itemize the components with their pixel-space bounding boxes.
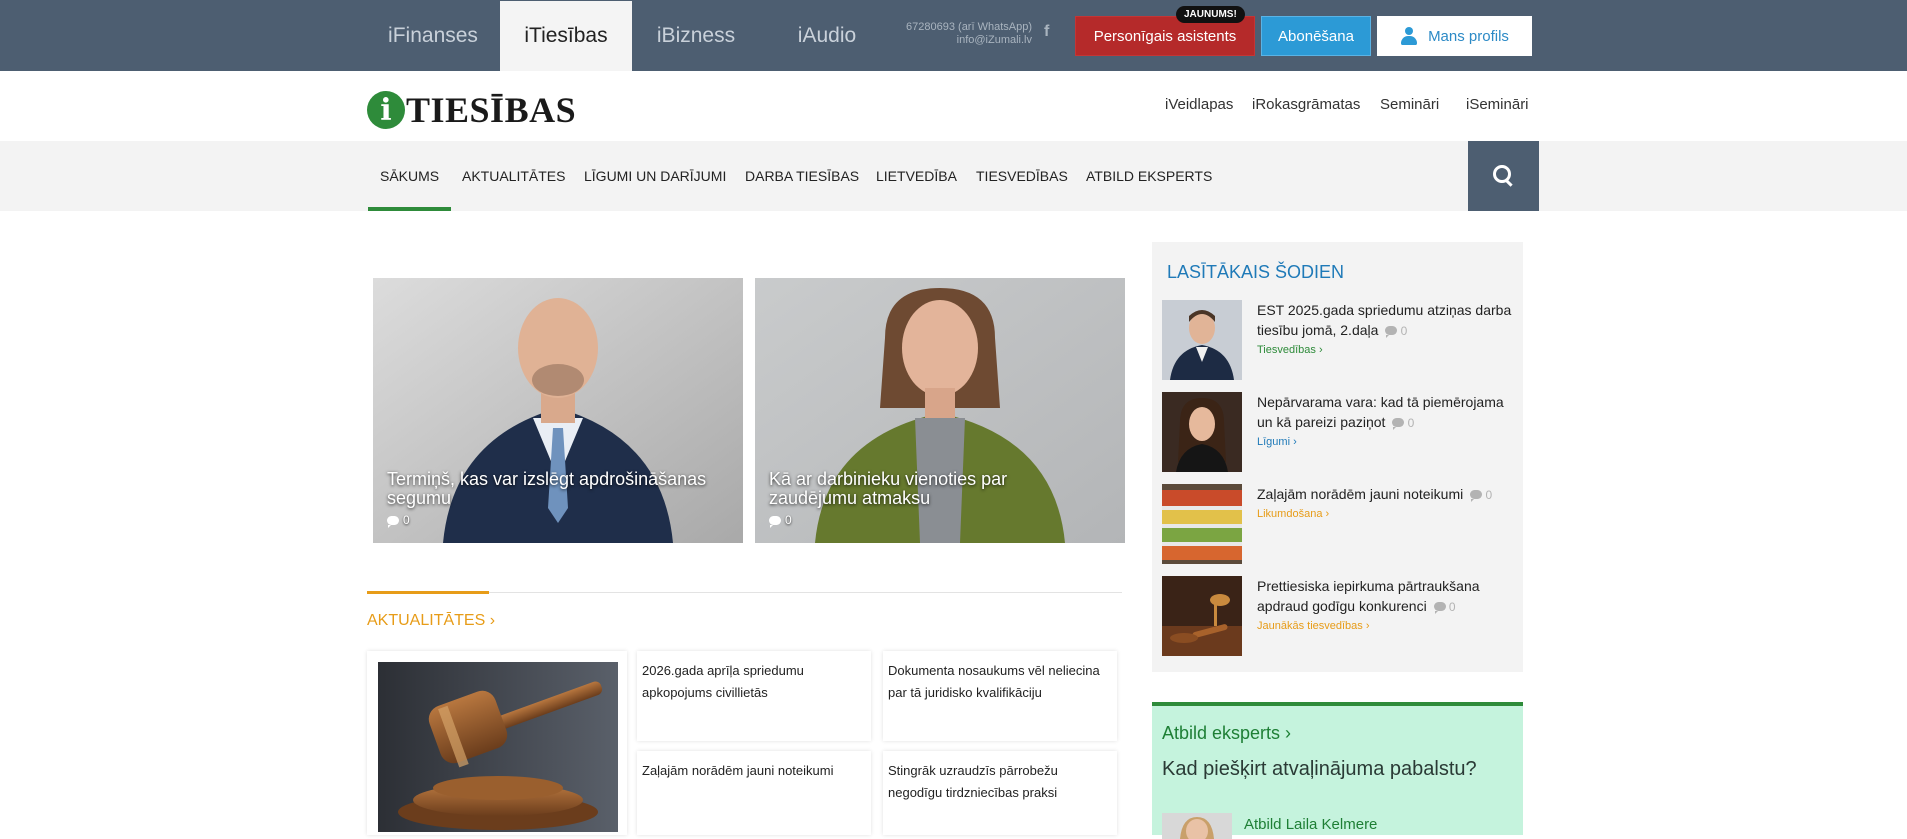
news-card[interactable]: Stingrāk uzraudzīs pārrobežu negodīgu ti… [883,751,1117,835]
comment-count: 0 [1385,324,1407,338]
news-card[interactable]: 2026.gada aprīļa spriedumu apkopojums ci… [637,651,871,741]
most-read-item[interactable]: Zaļajām norādēm jauni noteikumi 0 Likumd… [1162,484,1512,566]
sub-nav-seminari[interactable]: Semināri [1380,96,1439,113]
subscribe-button[interactable]: Abonēšana [1261,16,1371,56]
gavel-image [378,662,618,832]
my-profile-button[interactable]: Mans profils [1377,16,1532,56]
comment-count: 0 [1433,600,1456,614]
comment-count-value: 0 [1485,488,1493,502]
site-logo[interactable]: i TIESĪBAS [367,90,576,130]
comment-icon [387,515,399,528]
search-button[interactable] [1468,141,1539,211]
comment-count-value: 0 [1407,416,1415,430]
comment-count: 0 [769,513,792,528]
category-link[interactable]: Jaunākās tiesvedības › [1257,620,1370,632]
site-tab-ifinanses[interactable]: iFinanses [367,1,499,71]
contact-email[interactable]: info@iZumali.lv [870,34,1032,47]
nav-darba-tiesibas[interactable]: DARBA TIESĪBAS [745,141,859,211]
category-link[interactable]: Līgumi › [1257,436,1297,448]
most-read-title: LASĪTĀKAIS ŠODIEN [1167,262,1345,282]
search-icon [1492,165,1515,187]
comment-count-value: 0 [403,513,410,527]
comment-icon [1385,326,1398,338]
nav-sakums[interactable]: SĀKUMS [367,141,452,211]
news-card-title[interactable]: 2026.gada aprīļa spriedumu apkopojums ci… [642,660,866,704]
site-tab-ibizness[interactable]: iBizness [630,1,762,71]
nav-ligumi-un-darijumi[interactable]: LĪGUMI UN DARĪJUMI [584,141,726,211]
comment-count-value: 0 [1400,324,1408,338]
comment-icon [1392,418,1405,430]
article-thumbnail [1162,300,1242,380]
news-card[interactable]: Dokumenta nosaukums vēl neliecina par tā… [883,651,1117,741]
expert-avatar [1162,813,1232,839]
news-card-title[interactable]: Zaļajām norādēm jauni noteikumi [642,760,866,782]
hero-article[interactable]: Termiņš, kas var izslēgt apdrošināšanas … [373,278,743,543]
ask-expert-title[interactable]: Atbild eksperts › [1162,723,1291,744]
article-title[interactable]: Nepārvarama vara: kad tā piemērojama un … [1257,394,1504,430]
comment-count: 0 [387,513,410,528]
top-bar: iFinanses iTiesības iBizness iAudio 6728… [0,0,1907,71]
section-accent-bar [367,591,489,594]
facebook-icon[interactable]: f [1044,23,1049,41]
expert-question[interactable]: Kad piešķirt atvaļinājuma pabalstu? [1162,758,1477,781]
comment-icon [1433,602,1446,614]
new-badge: JAUNUMS! [1176,6,1245,23]
category-link[interactable]: Tiesvedības › [1257,344,1323,356]
most-read-item[interactable]: Prettiesiska iepirkuma pārtraukšana apdr… [1162,576,1512,658]
comment-count: 0 [1470,488,1492,502]
news-card-title[interactable]: Dokumenta nosaukums vēl neliecina par tā… [888,660,1112,704]
hero-title[interactable]: Kā ar darbinieku vienoties par zaudējumu… [769,470,1099,508]
hero-article[interactable]: Kā ar darbinieku vienoties par zaudējumu… [755,278,1125,543]
sub-nav-iseminari[interactable]: iSemināri [1466,96,1529,113]
ask-expert-panel: Atbild eksperts › Kad piešķirt atvaļināj… [1152,702,1523,839]
contact-info: 67280693 (arī WhatsApp) info@iZumali.lv [870,21,1032,47]
most-read-title-text[interactable]: Prettiesiska iepirkuma pārtraukšana apdr… [1257,576,1517,617]
logo-text: TIESĪBAS [406,90,577,130]
comment-count: 0 [1392,416,1414,430]
article-thumbnail [1162,392,1242,472]
comment-icon [1470,490,1483,502]
user-icon [1400,27,1418,45]
most-read-panel: LASĪTĀKAIS ŠODIEN EST 2025.gada spriedum… [1152,242,1523,672]
contact-phone[interactable]: 67280693 (arī WhatsApp) [870,21,1032,34]
nav-atbild-eksperts[interactable]: ATBILD EKSPERTS [1086,141,1212,211]
sub-nav-irokasgramatas[interactable]: iRokasgrāmatas [1252,96,1360,113]
news-card[interactable]: Zaļajām norādēm jauni noteikumi [637,751,871,835]
main-nav: SĀKUMS AKTUALITĀTES LĪGUMI UN DARĪJUMI D… [0,141,1907,211]
logo-mark: i [367,91,405,129]
comment-count-value: 0 [785,513,792,527]
news-card-title[interactable]: Stingrāk uzraudzīs pārrobežu negodīgu ti… [888,760,1112,804]
comment-count-value: 0 [1448,600,1456,614]
most-read-title-text[interactable]: Zaļajām norādēm jauni noteikumi 0 [1257,484,1517,505]
article-title[interactable]: Zaļajām norādēm jauni noteikumi [1257,486,1463,502]
section-title-aktualitates[interactable]: AKTUALITĀTES › [367,612,495,630]
most-read-title-text[interactable]: Nepārvarama vara: kad tā piemērojama un … [1257,392,1517,433]
nav-aktualitates[interactable]: AKTUALITĀTES [462,141,565,211]
article-thumbnail [1162,576,1242,656]
category-link[interactable]: Likumdošana › [1257,508,1329,520]
sub-nav-iveidlapas[interactable]: iVeidlapas [1165,96,1233,113]
most-read-item[interactable]: Nepārvarama vara: kad tā piemērojama un … [1162,392,1512,474]
my-profile-label: Mans profils [1428,27,1509,45]
hero-title[interactable]: Termiņš, kas var izslēgt apdrošināšanas … [387,470,717,508]
nav-tiesvedibas[interactable]: TIESVEDĪBAS [976,141,1068,211]
nav-lietvediba[interactable]: LIETVEDĪBA [876,141,957,211]
most-read-title-text[interactable]: EST 2025.gada spriedumu atziņas darba ti… [1257,300,1517,341]
expert-name[interactable]: Atbild Laila Kelmere [1244,816,1377,833]
news-feature-card[interactable] [367,651,627,835]
site-tab-itiesibas[interactable]: iTiesības [500,1,632,71]
article-thumbnail [1162,484,1242,564]
most-read-item[interactable]: EST 2025.gada spriedumu atziņas darba ti… [1162,300,1512,382]
comment-icon [769,515,781,528]
